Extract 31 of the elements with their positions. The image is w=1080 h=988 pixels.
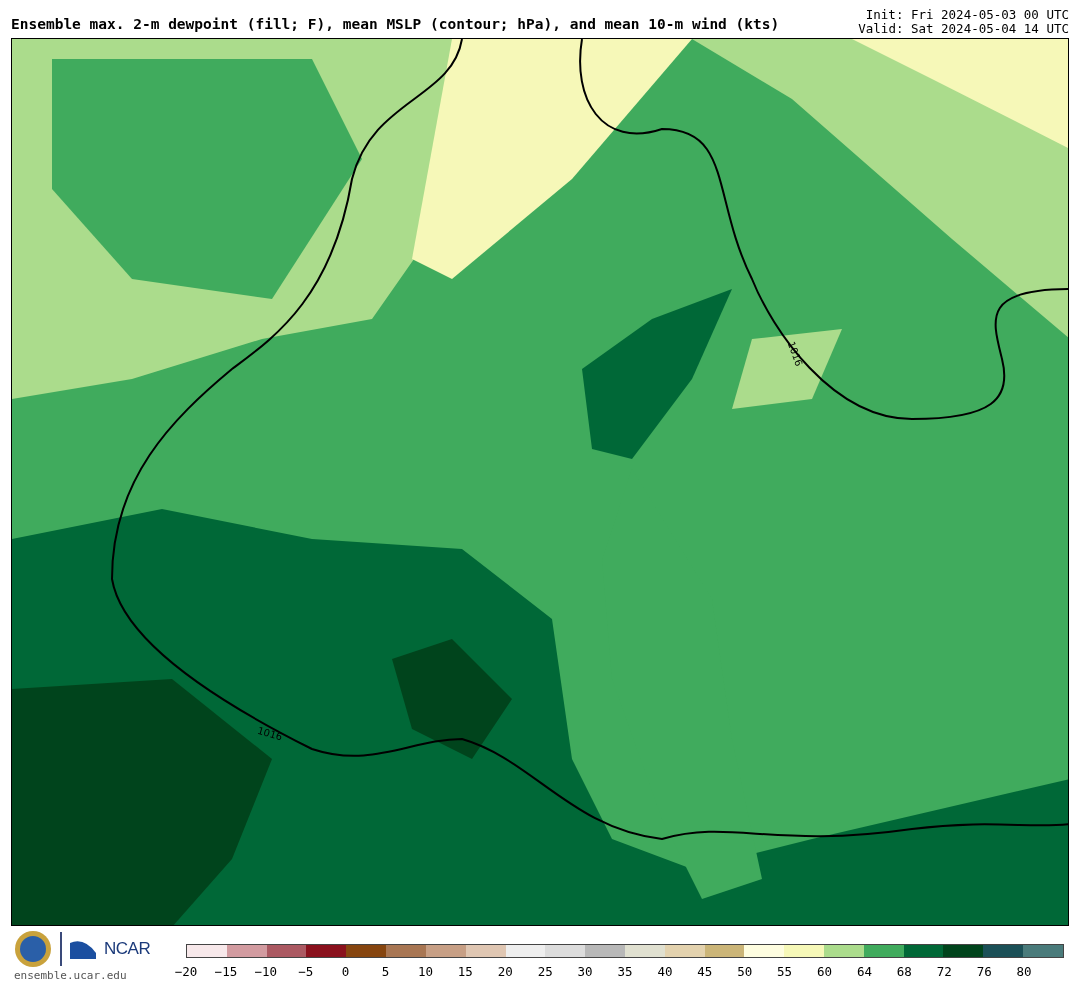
tick-label: 40 bbox=[657, 963, 673, 981]
tick-label: 68 bbox=[896, 963, 912, 981]
tick-label: −10 bbox=[254, 963, 278, 981]
site-url: ensemble.ucar.edu bbox=[14, 968, 128, 984]
tick-label: 20 bbox=[497, 963, 513, 981]
tick-label: 45 bbox=[697, 963, 713, 981]
tick-label: 0 bbox=[341, 963, 350, 981]
valid-time: Valid: Sat 2024-05-04 14 UTC bbox=[858, 22, 1069, 36]
tick-label: −5 bbox=[298, 963, 314, 981]
org-logo-text: NCAR bbox=[104, 938, 151, 961]
tick-label: 30 bbox=[577, 963, 593, 981]
tick-label: 10 bbox=[417, 963, 433, 981]
tick-label: 50 bbox=[737, 963, 753, 981]
tick-label: 72 bbox=[936, 963, 952, 981]
chart-title: Ensemble max. 2-m dewpoint (fill; F), mean MSLP (contour; hPa), and mean 10-m wind (kts) bbox=[11, 15, 780, 34]
init-time: Init: Fri 2024-05-03 00 UTC bbox=[864, 8, 1069, 22]
tick-label: 25 bbox=[537, 963, 553, 981]
tick-label: 76 bbox=[976, 963, 992, 981]
contour-label: 1016 bbox=[256, 725, 284, 743]
tick-label: 60 bbox=[817, 963, 833, 981]
tick-label: 5 bbox=[381, 963, 390, 981]
tick-label: 55 bbox=[777, 963, 793, 981]
tick-label: 15 bbox=[457, 963, 473, 981]
swoosh-logo-icon bbox=[70, 939, 96, 959]
tick-label: −15 bbox=[214, 963, 238, 981]
tick-label: 35 bbox=[617, 963, 633, 981]
contour-label: 1016 bbox=[785, 340, 804, 368]
seal-logo-icon bbox=[14, 930, 52, 968]
tick-label: 64 bbox=[856, 963, 872, 981]
tick-label: −20 bbox=[174, 963, 198, 981]
tick-label: 80 bbox=[1016, 963, 1032, 981]
